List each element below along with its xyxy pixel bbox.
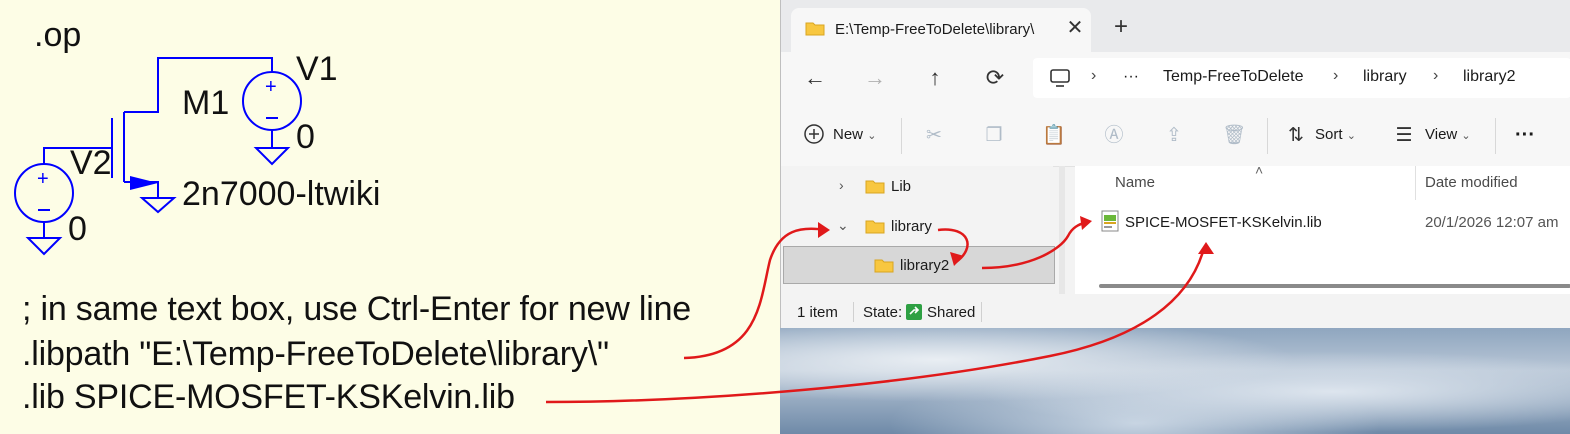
cut-icon[interactable]: ✂ — [921, 123, 947, 149]
file-list: ˄ Name Date modified SPICE-MOSFET-KSKelv… — [1075, 162, 1570, 294]
item-count: 1 item — [797, 304, 838, 321]
tab-title: E:\Temp-FreeToDelete\library\ — [835, 21, 1035, 38]
spice-libpath-line[interactable]: .libpath "E:\Temp-FreeToDelete\library\" — [22, 335, 609, 374]
m1-label[interactable]: M1 — [182, 84, 229, 123]
copy-icon[interactable]: ❐ — [981, 123, 1007, 149]
navigation-bar: ← → ↑ ⟳ › ··· Temp-FreeToDelete › librar… — [781, 52, 1570, 104]
folder-icon — [805, 20, 825, 41]
explorer-tab[interactable]: E:\Temp-FreeToDelete\library\ ✕ — [791, 8, 1091, 52]
schematic-pane: + + .op M1 V1 V2 0 0 2n7000-ltwiki ; in … — [0, 0, 781, 434]
divider — [1267, 118, 1268, 154]
delete-icon[interactable]: 🗑 — [1221, 123, 1247, 149]
mosfet-model-name[interactable]: 2n7000-ltwiki — [182, 175, 380, 214]
new-label: New — [833, 126, 864, 143]
tree-item-library[interactable]: ⌄ library — [783, 208, 1053, 244]
new-tab-button[interactable]: + — [1107, 14, 1135, 42]
v1-label[interactable]: V1 — [296, 50, 338, 89]
sort-icon: ⇅ — [1288, 125, 1304, 146]
v2-label[interactable]: V2 — [70, 144, 112, 183]
address-bar[interactable]: › ··· Temp-FreeToDelete › library › libr… — [1033, 58, 1570, 98]
breadcrumb-library2[interactable]: library2 — [1463, 68, 1515, 86]
divider — [901, 118, 902, 154]
v2-value[interactable]: 0 — [68, 210, 87, 249]
shared-status: Shared — [927, 304, 976, 321]
chevron-right-icon[interactable]: › — [1333, 67, 1338, 85]
view-label: View — [1425, 126, 1458, 143]
share-icon[interactable]: ⇪ — [1161, 123, 1187, 149]
divider — [853, 302, 854, 322]
tab-bar: E:\Temp-FreeToDelete\library\ ✕ + — [781, 0, 1570, 52]
tree-item-lib[interactable]: › Lib — [783, 168, 1053, 204]
v1-value[interactable]: 0 — [296, 118, 315, 157]
spice-lib-line[interactable]: .lib SPICE-MOSFET-KSKelvin.lib — [22, 378, 515, 417]
chevron-right-icon[interactable]: › — [839, 177, 844, 193]
folder-icon — [865, 218, 885, 238]
more-options-button[interactable]: ··· — [1515, 120, 1535, 150]
chevron-right-icon[interactable]: › — [1091, 67, 1096, 85]
sort-label: Sort — [1315, 126, 1343, 143]
navigation-pane: › Lib ⌄ library library2 — [781, 166, 1055, 294]
ground-source — [139, 197, 177, 214]
view-button[interactable]: View ⌄ — [1425, 120, 1471, 150]
state-label: State: — [863, 304, 903, 321]
svg-text:+: + — [265, 76, 277, 98]
file-date-modified: 20/1/2026 12:07 am — [1425, 214, 1559, 231]
column-divider[interactable] — [1415, 166, 1416, 200]
horizontal-scrollbar[interactable] — [1099, 284, 1570, 288]
view-icon: ☰ — [1395, 125, 1413, 146]
command-bar: New ⌄ ✂ ❐ 📋 Ⓐ ⇪ 🗑 ⇅ Sort ⌄ ☰ View ⌄ ··· — [781, 104, 1570, 167]
spice-comment-line[interactable]: ; in same text box, use Ctrl-Enter for n… — [22, 290, 691, 329]
rename-icon[interactable]: Ⓐ — [1101, 123, 1127, 149]
new-button[interactable]: New ⌄ — [833, 120, 876, 150]
close-tab-icon[interactable]: ✕ — [1061, 14, 1089, 42]
file-explorer-window: E:\Temp-FreeToDelete\library\ ✕ + ← → ↑ … — [780, 0, 1570, 328]
chevron-down-icon[interactable]: ⌄ — [837, 217, 849, 234]
pane-splitter[interactable] — [1059, 166, 1065, 294]
tree-label: Lib — [891, 178, 912, 195]
refresh-button[interactable]: ⟳ — [979, 62, 1011, 94]
breadcrumb-library[interactable]: library — [1363, 68, 1407, 86]
ground-v2 — [25, 237, 63, 256]
tree-label: library2 — [900, 257, 950, 274]
folder-icon — [874, 257, 894, 277]
column-header-date[interactable]: Date modified — [1425, 174, 1518, 191]
folder-icon — [865, 178, 885, 198]
desktop-wallpaper — [780, 328, 1570, 434]
sort-caret-icon: ˄ — [1255, 162, 1264, 178]
lib-file-icon — [1101, 210, 1119, 237]
divider — [981, 302, 982, 322]
forward-button[interactable]: → — [859, 62, 891, 94]
file-row[interactable]: SPICE-MOSFET-KSKelvin.lib 20/1/2026 12:0… — [1095, 206, 1570, 242]
shared-icon — [905, 303, 923, 326]
sort-button[interactable]: Sort ⌄ — [1315, 120, 1356, 150]
divider — [1495, 118, 1496, 154]
file-name: SPICE-MOSFET-KSKelvin.lib — [1125, 214, 1322, 231]
breadcrumb-temp-freetodelete[interactable]: Temp-FreeToDelete — [1163, 68, 1304, 86]
chevron-right-icon[interactable]: › — [1433, 67, 1438, 85]
breadcrumb-ellipsis[interactable]: ··· — [1123, 68, 1139, 86]
computer-icon[interactable] — [1049, 68, 1071, 93]
tree-item-library2[interactable]: library2 — [783, 246, 1055, 284]
ground-v1 — [253, 147, 291, 166]
back-button[interactable]: ← — [799, 62, 831, 94]
new-icon — [801, 123, 827, 149]
column-header-name[interactable]: Name — [1115, 174, 1155, 191]
svg-text:+: + — [37, 168, 49, 190]
mosfet-arrow — [130, 176, 158, 190]
up-button[interactable]: ↑ — [919, 62, 951, 94]
op-directive[interactable]: .op — [34, 16, 81, 55]
tree-label: library — [891, 218, 932, 235]
paste-icon[interactable]: 📋 — [1041, 123, 1067, 149]
status-bar: 1 item State: Shared — [781, 294, 1570, 328]
